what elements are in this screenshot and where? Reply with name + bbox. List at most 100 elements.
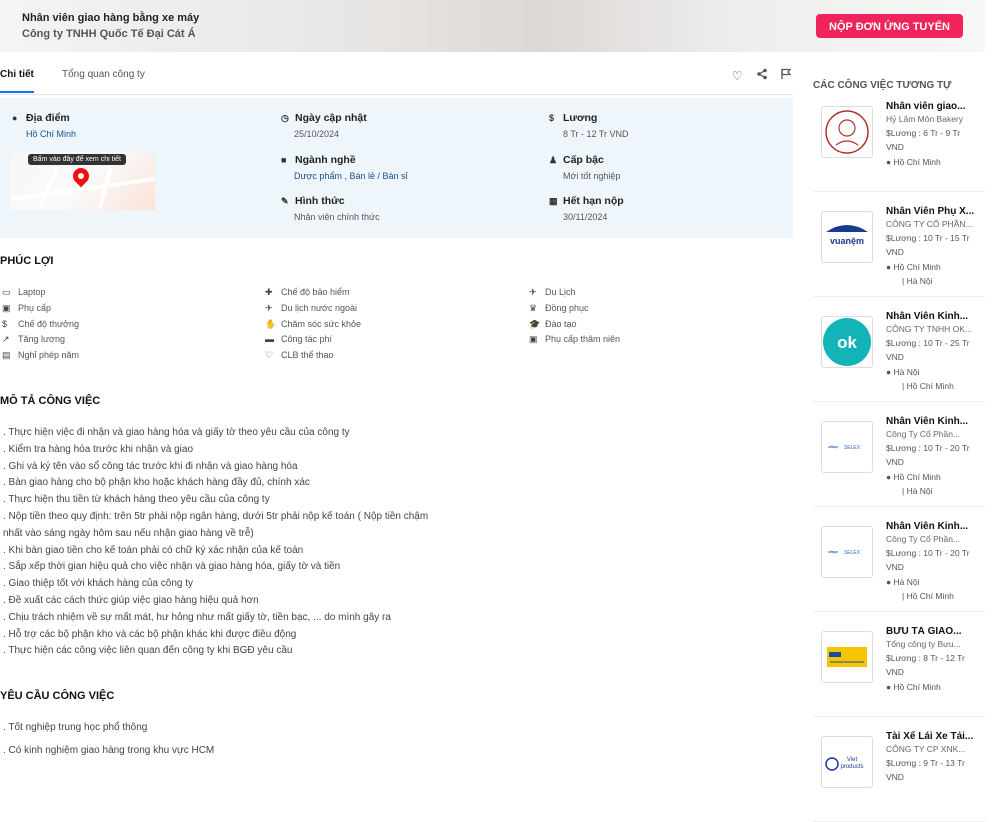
- industry-value[interactable]: Dược phẩm , Bán lẻ / Bán sỉ: [281, 171, 407, 181]
- calendar-icon: ▦: [549, 196, 558, 206]
- benefit-item: ♡ CLB thể thao: [265, 350, 334, 361]
- job-card-location: ● Hồ Chí Minh: [886, 155, 980, 169]
- job-card-company: CÔNG TY TNHH OK...: [886, 324, 972, 334]
- graduation-icon: 🎓: [529, 318, 541, 329]
- job-card-company: Công Ty Cổ Phần...: [886, 534, 961, 544]
- ok-logo[interactable]: ok: [821, 316, 873, 368]
- job-card-body: Nhân viên giao... Hỷ Lâm Môn Bakery $Lương…: [886, 101, 980, 169]
- plane-icon: ✈: [265, 302, 273, 313]
- benefit-item: ♛ Đồng phục: [529, 303, 589, 314]
- location-pin-icon: ●: [886, 577, 892, 587]
- selex-logo[interactable]: SELEX: [821, 526, 873, 578]
- map-tooltip[interactable]: Bấm vào đây để xem chi tiết: [28, 154, 126, 165]
- viet-products-logo[interactable]: Viet products: [821, 736, 873, 788]
- benefit-item: 🎓 Đào tạo: [529, 319, 577, 330]
- svg-text:products: products: [840, 764, 863, 770]
- job-card-location-extra: | Hồ Chí Minh: [902, 591, 954, 601]
- location-text: Hà Nội: [893, 367, 920, 377]
- svg-text:SELEX: SELEX: [844, 550, 861, 556]
- level-label: Cấp bậc: [563, 154, 604, 166]
- benefit-item: ↗ Tăng lương: [2, 334, 65, 345]
- job-card-location: ● Hồ Chí Minh: [886, 470, 980, 484]
- location-text: Hà Nội: [893, 577, 920, 587]
- similar-job-card[interactable]: SELEX Nhân Viên Kinh... Công Ty Cổ Phần...…: [813, 411, 985, 507]
- level-value: Mới tốt nghiệp: [563, 171, 621, 181]
- location-pin-icon: ●: [12, 113, 18, 123]
- job-card-body: Nhân Viên Kinh... Công Ty Cổ Phần... $Lươn…: [886, 521, 980, 603]
- similar-job-card[interactable]: SELEX Nhân Viên Kinh... Công Ty Cổ Phần...…: [813, 516, 985, 612]
- description-line: . Khi bàn giao tiền cho kế toán phải có …: [3, 544, 304, 556]
- job-card-body: Tài Xế Lái Xe Tải... CÔNG TY CP XNK... $Lư…: [886, 731, 980, 784]
- job-card-title[interactable]: Tài Xế Lái Xe Tải...: [886, 731, 980, 742]
- vuanem-logo[interactable]: vuanệm: [821, 211, 873, 263]
- flag-icon[interactable]: [779, 68, 793, 82]
- requirements-title: YÊU CẦU CÔNG VIỆC: [0, 690, 115, 702]
- benefit-item: ▣ Phụ cấp thâm niên: [529, 334, 620, 345]
- benefit-label: Phụ cấp thâm niên: [545, 334, 621, 345]
- job-card-salary: $Lương : 10 Tr - 20 Tr VND: [886, 443, 970, 467]
- company-name[interactable]: Công ty TNHH Quốc Tế Đại Cát Á: [22, 28, 196, 40]
- share-icon[interactable]: [755, 68, 769, 82]
- job-card-company: CÔNG TY CP XNK...: [886, 744, 966, 754]
- benefit-label: Nghỉ phép năm: [18, 350, 80, 361]
- similar-job-card[interactable]: ok Nhân Viên Kinh... CÔNG TY TNHH OK... $Lư…: [813, 306, 985, 402]
- user-icon: ♟: [549, 155, 558, 165]
- scrollbar[interactable]: [985, 0, 1007, 774]
- job-card-location-extra: | Hồ Chí Minh: [902, 381, 954, 391]
- selex-logo[interactable]: SELEX: [821, 421, 873, 473]
- job-card-body: Nhân Viên Kinh... Công Ty Cổ Phần... $Lươn…: [886, 416, 980, 498]
- job-card-title[interactable]: Nhân Viên Kinh...: [886, 311, 980, 322]
- similar-job-card[interactable]: Nhân viên giao... Hỷ Lâm Môn Bakery $Lương…: [813, 96, 985, 192]
- description-line: . Ghi và ký tên vào sổ công tác trước kh…: [3, 460, 298, 472]
- similar-job-card[interactable]: Viet products Tài Xế Lái Xe Tải... CÔNG TY …: [813, 726, 985, 822]
- laptop-icon: ▭: [2, 287, 11, 297]
- job-card-salary: $Lương : 10 Tr - 15 Tr VND: [886, 233, 970, 257]
- location-pin-icon: ●: [886, 262, 892, 272]
- description-line: . Hỗ trợ các bộ phận kho và các bộ phận …: [3, 628, 297, 640]
- tab-details[interactable]: Chi tiết: [0, 69, 34, 93]
- plane-icon: ✈: [529, 287, 537, 297]
- location-value[interactable]: Hồ Chí Minh: [12, 129, 76, 139]
- location-pin-icon: ●: [886, 157, 892, 167]
- type-label: Hình thức: [295, 195, 345, 207]
- similar-job-card[interactable]: vuanệm Nhân Viên Phụ X... CÔNG TY CỔ PHẦN.…: [813, 201, 985, 297]
- shirt-icon: ♛: [529, 302, 538, 313]
- job-card-company: CÔNG TY CỔ PHẦN...: [886, 219, 973, 229]
- svg-text:vuanệm: vuanệm: [830, 236, 864, 246]
- chart-up-icon: ↗: [2, 334, 10, 345]
- benefit-label: Chế độ bảo hiểm: [281, 287, 350, 297]
- benefit-item: ✈ Du Lịch: [529, 287, 576, 298]
- job-card-title[interactable]: Nhân viên giao...: [886, 101, 980, 112]
- job-card-title[interactable]: Nhân Viên Kinh...: [886, 521, 980, 532]
- similar-job-card[interactable]: BƯU TÁ GIAO... Tổng công ty Bưu... $Lương …: [813, 621, 985, 717]
- info-industry: ■ Ngành nghề Dược phẩm , Bán lẻ / Bán sỉ: [281, 154, 407, 181]
- job-card-title[interactable]: BƯU TÁ GIAO...: [886, 626, 980, 637]
- vnpost-logo[interactable]: [821, 631, 873, 683]
- type-value: Nhân viên chính thức: [294, 212, 380, 222]
- svg-text:SELEX: SELEX: [844, 445, 861, 451]
- job-card-title[interactable]: Nhân Viên Phụ X...: [886, 206, 980, 217]
- briefcase-icon: ■: [281, 155, 287, 165]
- job-card-title[interactable]: Nhân Viên Kinh...: [886, 416, 980, 427]
- requirement-line: . Có kinh nghiệm giao hàng trong khu vực…: [3, 745, 215, 756]
- industry-label: Ngành nghề: [295, 154, 356, 166]
- info-updated: ◷ Ngày cập nhật 25/10/2024: [281, 112, 367, 139]
- job-card-company: Công Ty Cổ Phần...: [886, 429, 961, 439]
- description-line: nhất vào sáng ngày hôm sau nếu nhận giao…: [3, 527, 254, 539]
- description-title: MÔ TẢ CÔNG VIỆC: [0, 395, 101, 407]
- job-card-company: Hỷ Lâm Môn Bakery: [886, 114, 963, 124]
- apply-button[interactable]: NỘP ĐƠN ỨNG TUYỂN: [816, 14, 963, 38]
- hy-lam-mon-logo[interactable]: [821, 106, 873, 158]
- heart-icon[interactable]: ♡: [730, 69, 744, 83]
- job-card-location-extra: | Hà Nội: [902, 276, 933, 286]
- info-location: ● Địa điểm Hồ Chí Minh: [12, 112, 76, 139]
- job-card-salary: $Lương : 9 Tr - 13 Tr VND: [886, 758, 965, 782]
- job-card-company: Tổng công ty Bưu...: [886, 639, 961, 649]
- description-line: . Đề xuất các cách thức giúp việc giao h…: [3, 595, 259, 606]
- tab-company-overview[interactable]: Tổng quan công ty: [62, 69, 145, 80]
- card-icon: ▬: [265, 334, 274, 345]
- deadline-label: Hết hạn nộp: [563, 195, 624, 207]
- job-card-salary: $Lương : 10 Tr - 20 Tr VND: [886, 548, 970, 572]
- medkit-icon: ✚: [265, 287, 273, 297]
- job-card-salary: $Lương : 8 Tr - 12 Tr VND: [886, 653, 965, 677]
